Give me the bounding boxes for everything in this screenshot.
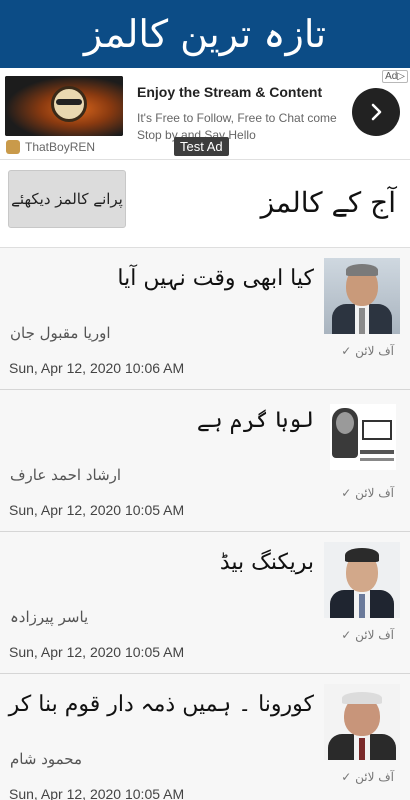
old-columns-button[interactable]: پرانے کالمز دیکھئے <box>8 170 126 228</box>
author-photo <box>324 542 400 618</box>
ad-headline[interactable]: Enjoy the Stream & Content <box>137 84 322 100</box>
column-item[interactable]: آف لائن ✓ لوہا گرم ہے ارشاد احمد عارف Su… <box>0 390 410 532</box>
ad-choices-badge[interactable]: Ad▷ <box>382 70 408 83</box>
column-date: Sun, Apr 12, 2020 10:06 AM <box>9 360 185 376</box>
column-author: یاسر پیرزادہ <box>10 608 89 626</box>
app-header: تازہ ترین کالمز <box>0 0 410 68</box>
column-author: ارشاد احمد عارف <box>10 466 122 484</box>
author-status: آف لائن ✓ <box>341 486 394 500</box>
column-date: Sun, Apr 12, 2020 10:05 AM <box>9 644 185 660</box>
column-title[interactable]: لوہا گرم ہے <box>197 408 314 433</box>
section-title: آج کے کالمز <box>260 186 396 219</box>
author-status: آف لائن ✓ <box>341 628 394 642</box>
column-author: محمود شام <box>10 750 83 768</box>
column-date: Sun, Apr 12, 2020 10:05 AM <box>9 502 185 518</box>
column-item[interactable]: آف لائن ✓ کیا ابھی وقت نہیں آیا اوریا مق… <box>0 248 410 390</box>
column-title[interactable]: بریکنگ بیڈ <box>220 550 314 575</box>
ad-channel-name: ThatBoyREN <box>25 140 96 154</box>
chevron-right-icon <box>371 103 382 121</box>
ad-channel-avatar <box>6 140 20 154</box>
author-status: آف لائن ✓ <box>341 344 394 358</box>
ad-body-text: It's Free to Follow, Free to Chat come S… <box>137 111 337 142</box>
app-root: تازہ ترین کالمز ThatBoyREN Enjoy the Str… <box>0 0 410 800</box>
ad-banner[interactable]: ThatBoyREN Enjoy the Stream & Content It… <box>0 68 410 160</box>
ad-thumbnail[interactable] <box>5 76 123 136</box>
ad-open-button[interactable] <box>352 88 400 136</box>
test-ad-label: Test Ad <box>174 137 229 156</box>
page-title: تازہ ترین کالمز <box>83 12 327 56</box>
column-author: اوریا مقبول جان <box>10 324 111 342</box>
author-status: آف لائن ✓ <box>341 770 394 784</box>
ad-mascot-image <box>51 86 87 122</box>
column-item[interactable]: آف لائن ✓ کورونا ۔ ہمیں ذمہ دار قوم بنا … <box>0 674 410 800</box>
column-title[interactable]: کیا ابھی وقت نہیں آیا <box>117 266 314 291</box>
column-date: Sun, Apr 12, 2020 10:05 AM <box>9 786 185 800</box>
author-photo <box>324 684 400 760</box>
column-title[interactable]: کورونا ۔ ہمیں ذمہ دار قوم بنا کر جائے گا <box>0 692 314 717</box>
todays-columns-section: آج کے کالمز پرانے کالمز دیکھئے <box>0 160 410 248</box>
author-photo <box>324 258 400 334</box>
author-photo <box>330 404 396 470</box>
ad-channel-row[interactable]: ThatBoyREN <box>6 140 95 154</box>
column-item[interactable]: آف لائن ✓ بریکنگ بیڈ یاسر پیرزادہ Sun, A… <box>0 532 410 674</box>
columns-list: آف لائن ✓ کیا ابھی وقت نہیں آیا اوریا مق… <box>0 248 410 800</box>
